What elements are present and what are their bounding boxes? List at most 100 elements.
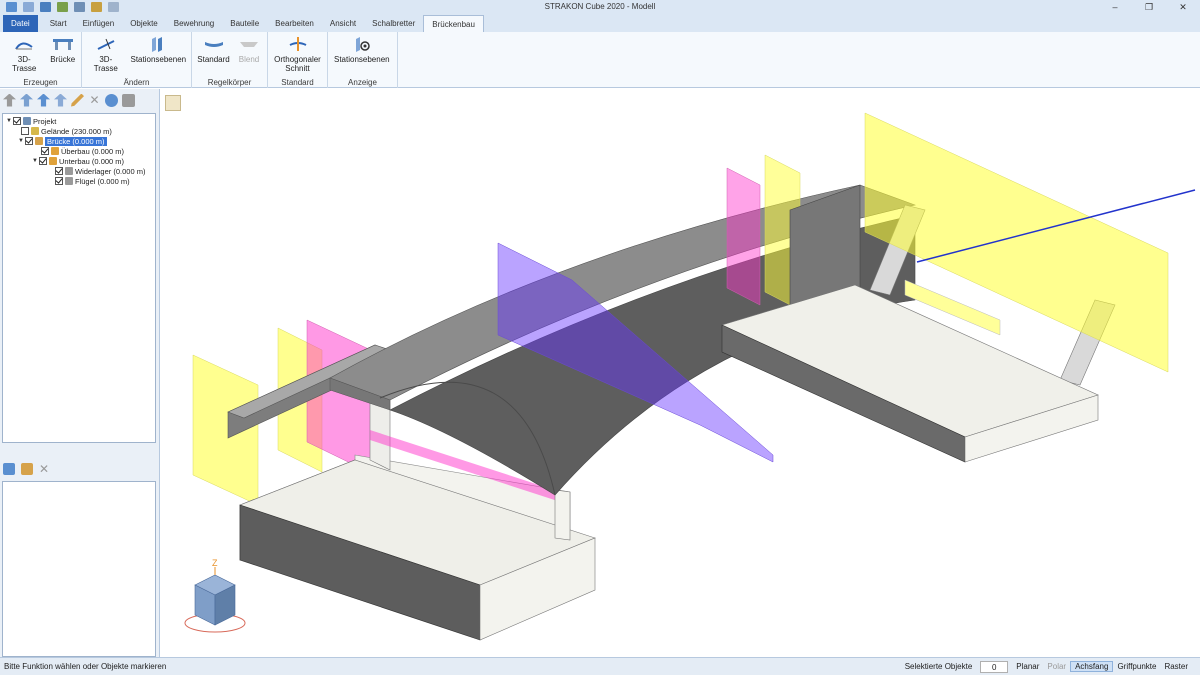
tree-item-label: Flügel (0.000 m) <box>75 176 130 186</box>
tab-einfuegen[interactable]: Einfügen <box>75 15 123 32</box>
edit-alignment-icon <box>95 35 117 53</box>
collapse-icon[interactable]: ▼ <box>31 158 39 164</box>
window-controls: – ❐ ✕ <box>1098 0 1200 14</box>
station-plane <box>192 354 259 506</box>
abutment-icon <box>65 167 73 175</box>
wing-wall-icon <box>65 177 73 185</box>
tree-item-widerlager[interactable]: Widerlager (0.000 m) <box>3 166 155 176</box>
station-planes-view-icon <box>351 35 373 53</box>
restore-icon[interactable]: ❐ <box>1132 0 1166 14</box>
delete-icon[interactable]: ✕ <box>88 93 101 107</box>
move-up-icon[interactable] <box>20 93 33 107</box>
group-erzeugen: 3D-Trasse Brücke Erzeugen <box>0 32 82 88</box>
group-erzeugen-label: Erzeugen <box>23 78 58 87</box>
tree-item-fluegel[interactable]: Flügel (0.000 m) <box>3 176 155 186</box>
tab-bearbeiten[interactable]: Bearbeiten <box>267 15 322 32</box>
status-bar: Bitte Funktion wählen oder Objekte marki… <box>0 657 1200 675</box>
tree-checkbox[interactable] <box>55 167 63 175</box>
tree-item-gelaende[interactable]: Gelände (230.000 m) <box>3 126 155 136</box>
create-alignment-label: 3D-Trasse <box>12 55 37 73</box>
tree-item-label: Unterbau (0.000 m) <box>59 156 125 166</box>
status-message: Bitte Funktion wählen oder Objekte marki… <box>4 662 167 671</box>
tree-item-bruecke[interactable]: ▼ Brücke (0.000 m) <box>3 136 155 146</box>
tab-brueckenbau[interactable]: Brückenbau <box>423 15 484 32</box>
ribbon-tabs: Datei Start Einfügen Objekte Bewehrung B… <box>0 14 1200 32</box>
group-standard-label: Standard <box>281 78 314 87</box>
terrain-icon <box>31 127 39 135</box>
view-cube-z-label: Z <box>212 558 218 568</box>
group-regelkoerper: Standard Blend Regelkörper <box>192 32 268 88</box>
group-anzeige: Stationsebenen Anzeige <box>328 32 398 88</box>
layers-icon[interactable] <box>122 93 135 107</box>
blend-label: Blend <box>238 55 260 64</box>
status-right: Selektierte Objekte 0 Planar Polar Achsf… <box>901 660 1200 673</box>
abutment-post <box>554 489 571 541</box>
project-tree: ▼ Projekt Gelände (230.000 m) ▼ Brücke (… <box>2 113 156 443</box>
properties-list <box>2 481 156 657</box>
tree-item-label: Projekt <box>33 116 57 126</box>
window-title: STRAKON Cube 2020 - Modell <box>544 2 656 11</box>
tree-item-label: Widerlager (0.000 m) <box>75 166 146 176</box>
level-up-icon[interactable] <box>37 93 50 107</box>
tree-checkbox[interactable] <box>25 137 33 145</box>
edit-alignment-label: 3D-Trasse <box>93 55 118 73</box>
lower-toolbar: ✕ <box>0 459 51 479</box>
station-plane <box>726 167 761 306</box>
tab-bewehrung[interactable]: Bewehrung <box>166 15 222 32</box>
group-regelkoerper-label: Regelkörper <box>207 78 252 87</box>
tree-checkbox[interactable] <box>41 147 49 155</box>
tree-item-unterbau[interactable]: ▼ Unterbau (0.000 m) <box>3 156 155 166</box>
tab-bauteile[interactable]: Bauteile <box>222 15 267 32</box>
close-icon[interactable]: ✕ <box>1166 0 1200 14</box>
toggle-planar[interactable]: Planar <box>1012 662 1043 671</box>
edit-icon[interactable] <box>71 93 84 107</box>
tree-checkbox[interactable] <box>21 127 29 135</box>
tab-schalbretter[interactable]: Schalbretter <box>364 15 423 32</box>
3d-viewport[interactable]: Z <box>161 89 1200 657</box>
move-down-icon[interactable] <box>3 93 16 107</box>
selected-objects-label: Selektierte Objekte <box>904 662 973 671</box>
tab-ansicht[interactable]: Ansicht <box>322 15 364 32</box>
edit-station-planes-label: Stationsebenen <box>130 55 187 64</box>
group-standard: Orthogonaler Schnitt Standard <box>268 32 328 88</box>
ifc-icon[interactable] <box>21 463 33 475</box>
ribbon: 3D-Trasse Brücke Erzeugen 3D-Trasse Stat… <box>0 32 1200 88</box>
tree-item-label: Brücke (0.000 m) <box>45 136 107 146</box>
road-alignment-icon <box>13 35 35 53</box>
title-bar: STRAKON Cube 2020 - Modell – ❐ ✕ <box>0 0 1200 14</box>
tree-item-projekt[interactable]: ▼ Projekt <box>3 116 155 126</box>
tab-start[interactable]: Start <box>42 15 75 32</box>
station-planes-icon <box>147 35 169 53</box>
tree-item-label: Gelände (230.000 m) <box>41 126 112 136</box>
tree-toolbar: ✕ <box>0 89 159 111</box>
toggle-achsfang[interactable]: Achsfang <box>1070 661 1114 672</box>
remove-icon[interactable]: ✕ <box>39 463 51 475</box>
project-icon <box>23 117 31 125</box>
bridge-tree-icon <box>35 137 43 145</box>
minimize-icon[interactable]: – <box>1098 0 1132 14</box>
collapse-icon[interactable]: ▼ <box>17 138 25 144</box>
add-icon[interactable] <box>3 463 15 475</box>
tree-item-label: Überbau (0.000 m) <box>61 146 124 156</box>
level-top-icon[interactable] <box>54 93 67 107</box>
tree-checkbox[interactable] <box>39 157 47 165</box>
toggle-raster[interactable]: Raster <box>1160 662 1192 671</box>
group-aendern: 3D-Trasse Stationsebenen Ändern <box>82 32 192 88</box>
collapse-icon[interactable]: ▼ <box>5 118 13 124</box>
group-anzeige-label: Anzeige <box>348 78 377 87</box>
toggle-griffpunkte[interactable]: Griffpunkte <box>1113 662 1160 671</box>
tree-checkbox[interactable] <box>13 117 21 125</box>
bridge-icon <box>52 35 74 53</box>
substructure-icon <box>49 157 57 165</box>
project-panel: ✕ ▼ Projekt Gelände (230.000 m) ▼ Brücke… <box>0 89 160 657</box>
superstructure-icon <box>51 147 59 155</box>
toggle-polar[interactable]: Polar <box>1043 662 1070 671</box>
tab-objekte[interactable]: Objekte <box>122 15 166 32</box>
view-cube: Z <box>184 558 246 633</box>
settings-icon[interactable] <box>105 93 118 107</box>
tree-item-ueberbau[interactable]: Überbau (0.000 m) <box>3 146 155 156</box>
create-bridge-label: Brücke <box>50 55 76 64</box>
tab-datei[interactable]: Datei <box>3 15 38 32</box>
orthogonal-section-icon <box>287 35 309 53</box>
tree-checkbox[interactable] <box>55 177 63 185</box>
